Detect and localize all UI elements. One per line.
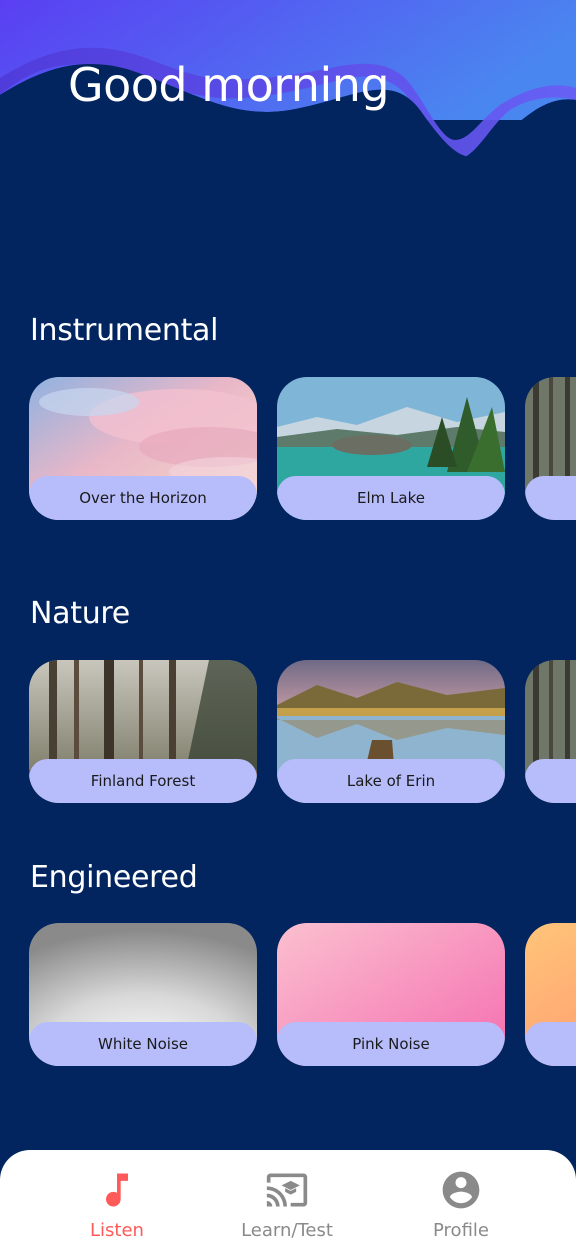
nav-item-listen[interactable]: Listen — [47, 1168, 187, 1248]
track-card-label: Pink Noise — [277, 1022, 505, 1066]
track-card-over-the-horizon[interactable]: Over the Horizon — [29, 377, 257, 520]
track-card-label — [525, 1022, 576, 1066]
track-card-partial[interactable] — [525, 923, 576, 1066]
nav-item-learn-test[interactable]: Learn/Test — [217, 1168, 357, 1248]
greeting-title: Good morning — [68, 58, 390, 112]
section-title-engineered: Engineered — [30, 860, 198, 895]
music-note-icon — [106, 1173, 128, 1207]
track-card-lake-of-erin[interactable]: Lake of Erin — [277, 660, 505, 803]
track-card-label: Elm Lake — [277, 476, 505, 520]
track-card-label: Over the Horizon — [29, 476, 257, 520]
track-card-pink-noise[interactable]: Pink Noise — [277, 923, 505, 1066]
header-wave: Good morning — [0, 0, 576, 170]
track-card-finland-forest[interactable]: Finland Forest — [29, 660, 257, 803]
track-card-label — [525, 476, 576, 520]
nav-label-listen: Listen — [90, 1220, 144, 1241]
nav-label-profile: Profile — [433, 1220, 489, 1241]
track-card-partial[interactable] — [525, 377, 576, 520]
track-card-white-noise[interactable]: White Noise — [29, 923, 257, 1066]
section-title-nature: Nature — [30, 596, 130, 631]
card-row-engineered: White Noise Pink Noise — [0, 923, 576, 1066]
track-card-elm-lake[interactable]: Elm Lake — [277, 377, 505, 520]
track-card-label: Lake of Erin — [277, 759, 505, 803]
card-row-nature: Finland Forest Lake of Erin — [0, 660, 576, 803]
nav-item-profile[interactable]: Profile — [391, 1168, 531, 1248]
track-card-partial[interactable] — [525, 660, 576, 803]
track-card-label: Finland Forest — [29, 759, 257, 803]
bottom-navigation: Listen Learn/Test Profile — [0, 1150, 576, 1249]
card-row-instrumental: Over the Horizon Elm Lake — [0, 377, 576, 520]
track-card-label — [525, 759, 576, 803]
section-title-instrumental: Instrumental — [30, 313, 219, 348]
track-card-label: White Noise — [29, 1022, 257, 1066]
cast-education-icon — [266, 1173, 308, 1207]
account-circle-icon — [442, 1171, 480, 1209]
nav-label-learn-test: Learn/Test — [241, 1220, 333, 1241]
